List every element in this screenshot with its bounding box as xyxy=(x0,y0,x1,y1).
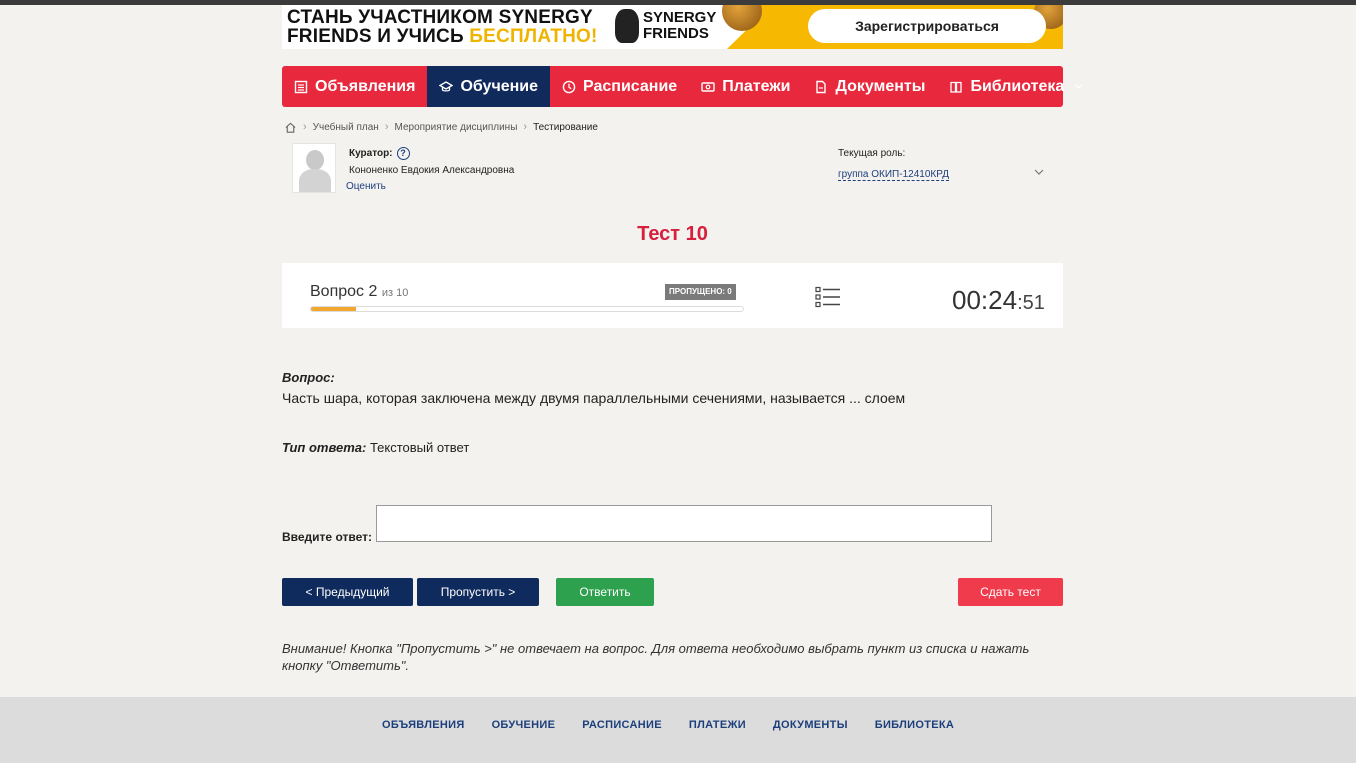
synergy-friends-logo: SYNERGY FRIENDS xyxy=(615,9,716,43)
breadcrumb: › Учебный план › Мероприятие дисциплины … xyxy=(282,119,1063,135)
timer: 00:24:51 xyxy=(952,285,1045,316)
footer-link-schedule[interactable]: РАСПИСАНИЕ xyxy=(582,719,662,731)
footer-link-payments[interactable]: ПЛАТЕЖИ xyxy=(689,719,746,731)
avatar-body xyxy=(299,169,331,192)
footer-link-documents[interactable]: ДОКУМЕНТЫ xyxy=(773,719,848,731)
question-total: из 10 xyxy=(381,287,409,299)
lion-icon xyxy=(615,9,639,43)
breadcrumb-item[interactable]: Учебный план xyxy=(313,122,379,133)
question-list-icon[interactable] xyxy=(815,286,841,308)
submit-test-button[interactable]: Сдать тест xyxy=(958,578,1063,606)
breadcrumb-current: Тестирование xyxy=(533,121,598,133)
main-nav: Объявления Обучение Расписание Платежи Д… xyxy=(282,66,1083,107)
chevron-down-icon xyxy=(1075,84,1083,89)
footer-link-education[interactable]: ОБУЧЕНИЕ xyxy=(492,719,556,731)
nav-item-schedule[interactable]: Расписание xyxy=(550,66,689,107)
nav-item-label: Библиотека xyxy=(970,77,1065,95)
progress-bar xyxy=(310,306,744,312)
home-icon[interactable] xyxy=(284,121,297,134)
nav-item-label: Платежи xyxy=(722,77,791,95)
banner-headline-2: FRIENDS И УЧИСЬ БЕСПЛАТНО! xyxy=(287,27,598,47)
banner-headline-1: СТАНЬ УЧАСТНИКОМ SYNERGY xyxy=(287,7,593,28)
current-role-select[interactable]: группа ОКИП-12410КРД xyxy=(838,169,949,181)
logo-text: SYNERGY FRIENDS xyxy=(643,10,716,42)
question-status-panel: Вопрос 2 из 10 ПРОПУЩЕНО: 0 00:24:51 xyxy=(282,263,1063,328)
nav-item-library[interactable]: Библиотека xyxy=(937,66,1096,107)
breadcrumb-separator: › xyxy=(523,121,528,133)
answer-type: Тип ответа: Текстовый ответ xyxy=(282,440,1063,455)
progress-fill xyxy=(311,307,357,311)
promo-banner[interactable]: СТАНЬ УЧАСТНИКОМ SYNERGY FRIENDS И УЧИСЬ… xyxy=(282,5,1063,49)
footer-link-library[interactable]: БИБЛИОТЕКА xyxy=(875,719,954,731)
skipped-badge: ПРОПУЩЕНО: 0 xyxy=(665,284,736,300)
nav-item-label: Документы xyxy=(835,77,926,95)
answer-button[interactable]: Ответить xyxy=(556,578,654,606)
nav-item-payments[interactable]: Платежи xyxy=(689,66,802,107)
document-icon xyxy=(816,80,827,93)
logo-line-2: FRIENDS xyxy=(643,25,709,42)
footer-links: ОБЪЯВЛЕНИЯ ОБУЧЕНИЕ РАСПИСАНИЕ ПЛАТЕЖИ Д… xyxy=(382,719,954,731)
answer-type-value: Текстовый ответ xyxy=(366,440,470,455)
nav-item-documents[interactable]: Документы xyxy=(802,66,937,107)
curator-block: Куратор: ? Кононенко Евдокия Александров… xyxy=(282,143,1063,195)
chevron-down-icon[interactable] xyxy=(1034,167,1044,177)
money-icon xyxy=(701,81,715,92)
breadcrumb-item[interactable]: Мероприятие дисциплины xyxy=(395,122,518,133)
banner-headline-2-text: FRIENDS И УЧИСЬ xyxy=(287,26,470,47)
footer: ОБЪЯВЛЕНИЯ ОБУЧЕНИЕ РАСПИСАНИЕ ПЛАТЕЖИ Д… xyxy=(0,697,1356,763)
previous-button[interactable]: < Предыдущий xyxy=(282,578,413,606)
nav-item-education[interactable]: Обучение xyxy=(427,66,551,107)
nav-item-label: Обучение xyxy=(460,77,539,95)
nav-item-announcements[interactable]: Объявления xyxy=(282,66,427,107)
rate-curator-link[interactable]: Оценить xyxy=(346,181,386,192)
current-role-label: Текущая роль: xyxy=(838,148,906,159)
curator-label-text: Куратор: xyxy=(349,148,393,159)
list-icon xyxy=(294,80,308,93)
breadcrumb-separator: › xyxy=(384,121,389,133)
page-title: Тест 10 xyxy=(637,223,708,245)
register-button[interactable]: Зарегистрироваться xyxy=(808,9,1046,43)
nav-item-label: Объявления xyxy=(315,77,416,95)
question-text: Часть шара, которая заключена между двум… xyxy=(282,390,906,406)
curator-name: Кононенко Евдокия Александровна xyxy=(349,165,515,176)
curator-label: Куратор: ? xyxy=(349,147,410,160)
skip-button[interactable]: Пропустить > xyxy=(417,578,539,606)
notice-text: Внимание! Кнопка "Пропустить >" не отвеч… xyxy=(282,641,1030,673)
avatar xyxy=(292,143,336,193)
answer-input[interactable] xyxy=(376,505,992,542)
timer-main: 00:24 xyxy=(952,285,1018,315)
graduation-cap-icon xyxy=(439,80,454,92)
banner-free-text: БЕСПЛАТНО! xyxy=(469,26,598,47)
breadcrumb-separator: › xyxy=(303,121,307,133)
timer-seconds: :51 xyxy=(1017,292,1045,314)
footer-link-announcements[interactable]: ОБЪЯВЛЕНИЯ xyxy=(382,719,465,731)
answer-type-label: Тип ответа: xyxy=(282,440,367,455)
question-caption: Вопрос: xyxy=(282,370,335,385)
question-number: Вопрос 2 xyxy=(310,283,378,300)
avatar-head xyxy=(306,150,324,170)
question-counter: Вопрос 2 из 10 xyxy=(310,283,408,301)
book-icon xyxy=(950,81,963,93)
clock-icon xyxy=(562,80,576,93)
nav-item-label: Расписание xyxy=(583,77,678,95)
help-icon[interactable]: ? xyxy=(396,147,410,160)
logo-line-1: SYNERGY xyxy=(643,9,717,26)
